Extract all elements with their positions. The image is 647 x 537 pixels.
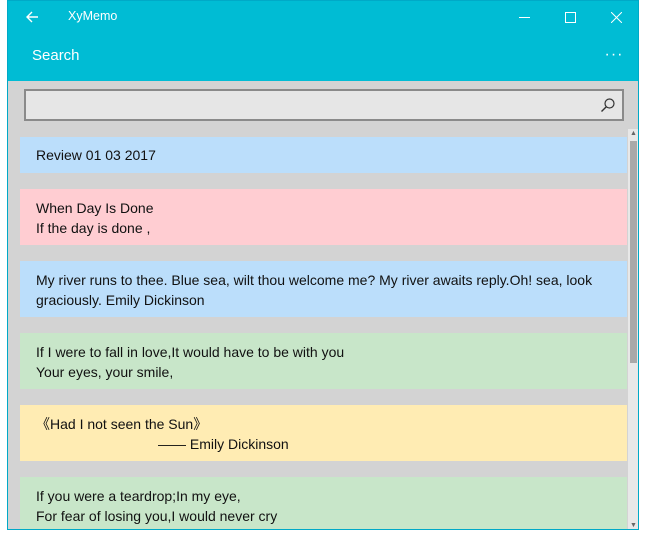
close-icon bbox=[610, 11, 622, 23]
scroll-down-icon[interactable]: ▼ bbox=[628, 521, 638, 529]
memo-text-line: If I were to fall in love,It would have … bbox=[36, 344, 345, 360]
page-title: Search bbox=[32, 47, 80, 64]
memo-text-line: Review 01 03 2017 bbox=[36, 147, 156, 163]
scroll-up-icon[interactable]: ▲ bbox=[628, 129, 638, 139]
minimize-icon bbox=[518, 16, 530, 18]
page-header: Search ··· bbox=[8, 33, 638, 81]
scroll-thumb[interactable] bbox=[630, 141, 637, 363]
memo-card[interactable]: If you were a teardrop;In my eye, For fe… bbox=[20, 477, 627, 529]
memo-card[interactable]: If I were to fall in love,It would have … bbox=[20, 333, 627, 389]
back-arrow-icon bbox=[26, 11, 38, 23]
memo-text-line: Your eyes, your smile, bbox=[36, 364, 174, 380]
memo-list: Review 01 03 2017 When Day Is Done If th… bbox=[20, 137, 627, 529]
memo-text-line: graciously. Emily Dickinson bbox=[36, 292, 205, 308]
minimize-button[interactable] bbox=[501, 1, 547, 33]
memo-card[interactable]: 《Had I not seen the Sun》 —— Emily Dickin… bbox=[20, 405, 627, 461]
search-icon[interactable] bbox=[600, 97, 616, 113]
search-input[interactable] bbox=[26, 91, 596, 119]
memo-card[interactable]: When Day Is Done If the day is done , bbox=[20, 189, 627, 245]
back-button[interactable] bbox=[20, 7, 44, 27]
app-window: XyMemo Search ··· Review 01 03 2017 When… bbox=[7, 0, 639, 530]
memo-text-line: If the day is done , bbox=[36, 220, 151, 236]
memo-text-line: When Day Is Done bbox=[36, 200, 154, 216]
maximize-button[interactable] bbox=[547, 1, 593, 33]
memo-card[interactable]: Review 01 03 2017 bbox=[20, 137, 627, 173]
memo-card[interactable]: My river runs to thee. Blue sea, wilt th… bbox=[20, 261, 627, 317]
vertical-scrollbar[interactable]: ▲ ▼ bbox=[628, 129, 638, 529]
memo-text-line: My river runs to thee. Blue sea, wilt th… bbox=[36, 272, 593, 288]
memo-text-line: —— Emily Dickinson bbox=[158, 436, 289, 452]
memo-text-line: For fear of losing you,I would never cry bbox=[36, 508, 278, 524]
memo-text-line: 《Had I not seen the Sun》 bbox=[36, 416, 208, 432]
close-button[interactable] bbox=[593, 1, 638, 33]
search-box bbox=[24, 89, 624, 121]
more-options-button[interactable]: ··· bbox=[602, 45, 626, 69]
maximize-icon bbox=[564, 11, 576, 23]
memo-text-line: If you were a teardrop;In my eye, bbox=[36, 488, 241, 504]
app-title: XyMemo bbox=[68, 9, 118, 23]
title-bar: XyMemo bbox=[8, 1, 638, 33]
